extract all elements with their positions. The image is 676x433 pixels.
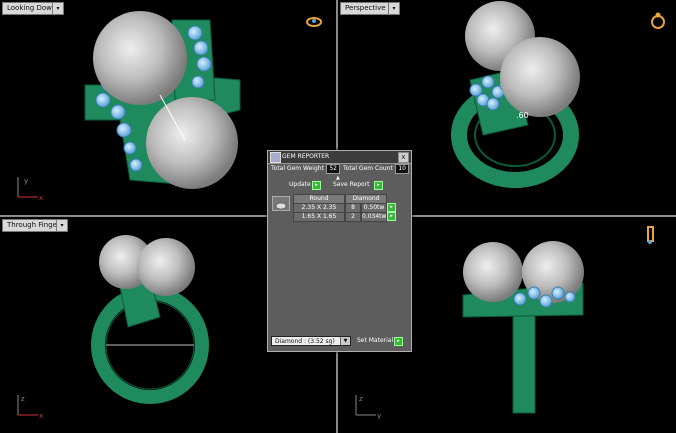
axis-gizmo: z x	[17, 395, 43, 419]
axis-z-label: z	[21, 395, 25, 403]
svg-text:.60: .60	[516, 111, 529, 120]
viewport-menu-arrow[interactable]: ▾	[52, 2, 64, 15]
axis-gizmo: y x	[17, 177, 43, 201]
material-select[interactable]: Diamond : (3.52 sg) ▼	[271, 336, 351, 346]
ring-perspective-view-icon[interactable]	[648, 10, 668, 30]
row-select-button[interactable]: ▸	[387, 203, 396, 212]
round-gem-icon	[275, 202, 287, 210]
set-material-button[interactable]: Set Material	[357, 336, 393, 346]
material-select-value: Diamond : (3.52 sg)	[275, 338, 335, 345]
save-report-button-icon[interactable]: ▸	[374, 181, 383, 190]
chevron-down-icon[interactable]: ▼	[340, 337, 350, 345]
viewport-menu-arrow[interactable]: ▾	[56, 219, 68, 232]
axis-gizmo: z y	[355, 395, 381, 419]
total-gem-weight-label: Total Gem Weight	[271, 165, 324, 172]
axis-x-label: x	[39, 194, 43, 201]
gem-reporter-icon	[270, 152, 281, 163]
gem-shape-thumbnail	[272, 196, 290, 211]
axis-x-label: x	[39, 412, 43, 419]
row-select-button[interactable]: ▸	[387, 212, 396, 221]
gem-count-cell: 2	[345, 212, 361, 222]
dialog-titlebar[interactable]: GEM REPORTER x	[268, 151, 411, 164]
finger-size-dimension: 14.80	[143, 335, 166, 344]
update-button-icon[interactable]: ▸	[312, 181, 321, 190]
close-icon[interactable]: x	[398, 152, 409, 163]
gem-size-cell: 1.65 X 1.65	[293, 212, 345, 222]
ring-side-view-icon[interactable]	[640, 225, 660, 245]
axis-z-label: z	[359, 395, 363, 403]
set-material-button-icon[interactable]: ▸	[394, 337, 403, 346]
axis-y-label: y	[24, 177, 28, 185]
viewport-label[interactable]: Perspective	[340, 2, 391, 15]
dialog-title: GEM REPORTER	[282, 153, 330, 160]
total-gem-weight-field: 52	[326, 164, 340, 174]
axis-y-label: y	[377, 412, 381, 419]
total-gem-count-label: Total Gem Count	[343, 165, 393, 172]
ring-top-view-icon[interactable]	[304, 12, 324, 32]
save-report-button[interactable]: Save Report	[333, 180, 370, 190]
viewport-menu-arrow[interactable]: ▾	[388, 2, 400, 15]
gem-weight-cell: 0.034tw	[361, 212, 387, 222]
update-button[interactable]: Update	[289, 180, 311, 190]
total-gem-count-field: 10	[395, 164, 409, 174]
